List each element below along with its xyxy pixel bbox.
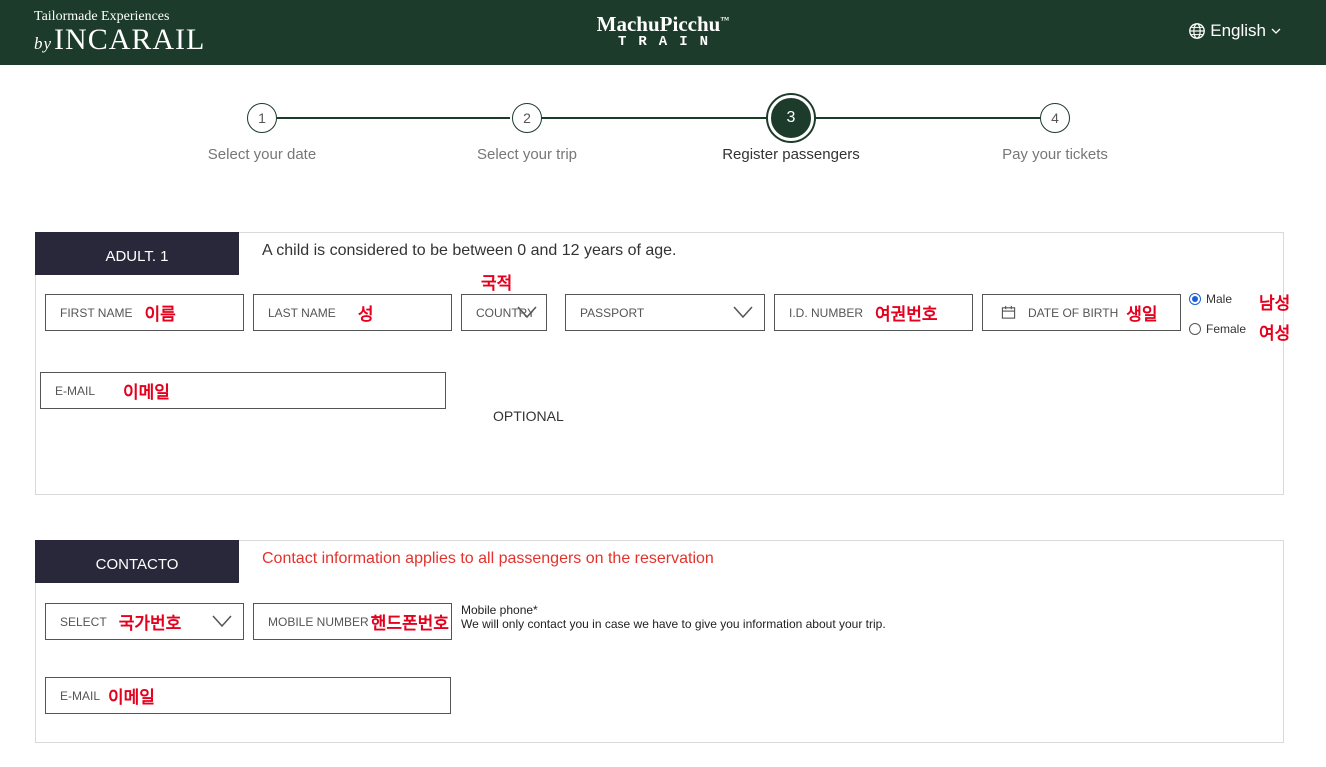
country-code-placeholder: SELECT [60, 614, 107, 629]
step-2-circle[interactable]: 2 [512, 103, 542, 133]
document-type-value: PASSPORT [580, 305, 645, 320]
date-of-birth-placeholder: DATE OF BIRTH [1028, 305, 1119, 320]
chevron-down-icon [733, 306, 753, 319]
passenger-email-annotation: 이메일 [123, 383, 170, 402]
mobile-number-annotation: 핸드폰번호 [370, 614, 449, 633]
step-1-circle[interactable]: 1 [247, 103, 277, 133]
chevron-down-icon [517, 306, 537, 319]
step-3-label: Register passengers [722, 146, 860, 163]
contact-email-field[interactable]: E-MAIL 이메일 [45, 677, 451, 714]
globe-icon [1189, 23, 1206, 39]
calendar-icon [1001, 305, 1016, 319]
female-annotation: 여성 [1259, 324, 1291, 343]
contact-email-placeholder: E-MAIL [60, 688, 101, 703]
date-of-birth-annotation: 생일 [1126, 305, 1158, 324]
first-name-annotation: 이름 [144, 305, 176, 324]
top-header: Tailormade Experiences byINCARAIL MachuP… [0, 0, 1326, 65]
center-title-row: MachuPicchu™ [0, 9, 1326, 35]
last-name-annotation: 성 [357, 305, 374, 324]
contact-card: CONTACTO Contact information applies to … [35, 540, 1284, 743]
last-name-placeholder: LAST NAME [268, 305, 336, 320]
gender-female-radio[interactable]: Female [1189, 322, 1246, 336]
male-label: Male [1206, 292, 1233, 306]
step-connector-1 [277, 117, 510, 119]
step-4-circle: 4 [1040, 103, 1070, 133]
passenger-email-placeholder: E-MAIL [55, 383, 96, 398]
mobile-info: Mobile phone* We will only contact you i… [461, 603, 886, 631]
date-of-birth-field[interactable]: DATE OF BIRTH 생일 [982, 294, 1181, 331]
step-1-label[interactable]: Select your date [208, 146, 316, 163]
center-sub: TRAIN [617, 34, 720, 50]
center-tm: ™ [720, 15, 730, 25]
passenger-tag: ADULT. 1 [35, 232, 239, 275]
contact-tag: CONTACTO [35, 540, 239, 583]
first-name-field[interactable]: FIRST NAME 이름 [45, 294, 244, 331]
contact-note: Contact information applies to all passe… [262, 550, 714, 567]
mobile-help-text: We will only contact you in case we have… [461, 617, 886, 631]
female-radio-dot[interactable] [1189, 323, 1201, 335]
mobile-number-field[interactable]: MOBILE NUMBER 핸드폰번호 [253, 603, 452, 640]
step-4-label: Pay your tickets [1002, 146, 1108, 163]
country-annotation: 국적 [481, 274, 513, 293]
id-number-placeholder: I.D. NUMBER [789, 305, 864, 320]
optional-label: OPTIONAL [493, 408, 564, 424]
gender-male-radio[interactable]: Male [1189, 292, 1232, 306]
male-annotation: 남성 [1259, 294, 1291, 313]
language-label: English [1210, 21, 1266, 40]
chevron-down-icon [212, 615, 232, 628]
id-number-annotation: 여권번호 [875, 305, 938, 324]
passenger-email-field[interactable]: E-MAIL 이메일 [40, 372, 446, 409]
step-3-circle: 3 [768, 95, 814, 141]
mobile-label: Mobile phone* [461, 603, 538, 617]
step-2-label[interactable]: Select your trip [477, 146, 577, 163]
machu-picchu-train-logo: MachuPicchu™ TRAIN [0, 9, 1326, 49]
country-code-select[interactable]: SELECT 국가번호 [45, 603, 244, 640]
female-label: Female [1206, 322, 1247, 336]
center-title: MachuPicchu [596, 12, 721, 36]
passenger-card: ADULT. 1 A child is considered to be bet… [35, 232, 1290, 495]
chevron-down-icon [1271, 28, 1281, 34]
country-select[interactable]: COUNTRY [461, 294, 547, 331]
step-connector-2 [540, 117, 770, 119]
booking-stepper: 1 2 3 4 Select your date Select your tri… [0, 95, 1326, 176]
last-name-field[interactable]: LAST NAME 성 [253, 294, 452, 331]
male-radio-dot[interactable] [1189, 293, 1201, 305]
mobile-number-placeholder: MOBILE NUMBER [268, 614, 369, 629]
child-age-note: A child is considered to be between 0 an… [262, 242, 677, 259]
step-connector-3 [814, 117, 1040, 119]
country-code-annotation: 국가번호 [118, 614, 182, 633]
language-selector[interactable]: English [1188, 21, 1282, 41]
id-number-field[interactable]: I.D. NUMBER 여권번호 [774, 294, 973, 331]
document-type-select[interactable]: PASSPORT [565, 294, 765, 331]
first-name-placeholder: FIRST NAME [60, 305, 133, 320]
contact-email-annotation: 이메일 [108, 688, 155, 707]
